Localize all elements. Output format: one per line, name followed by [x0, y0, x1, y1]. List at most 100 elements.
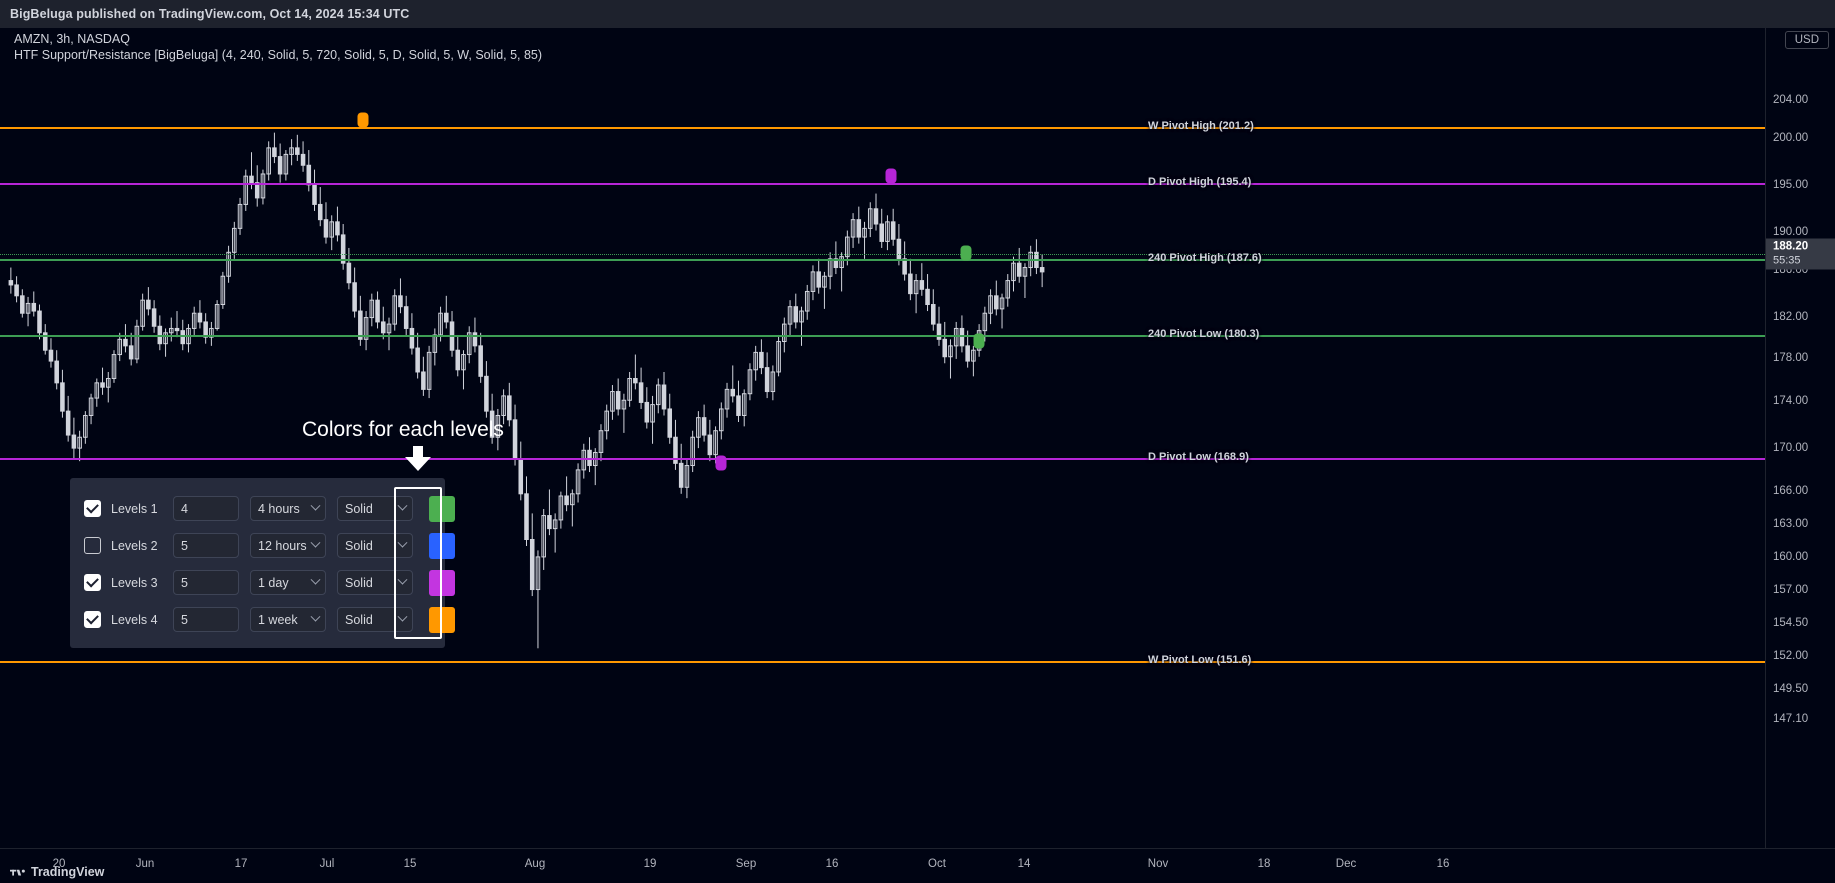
- chevron-down-icon: [397, 611, 408, 622]
- pivot-marker-0: [357, 112, 369, 128]
- price-tick: 149.50: [1773, 683, 1809, 695]
- time-tick: 16: [1436, 858, 1450, 870]
- timeframe-value: 12 hours: [258, 538, 307, 553]
- price-tick: 157.00: [1773, 584, 1809, 596]
- symbol-legend[interactable]: AMZN, 3h, NASDAQ: [14, 31, 542, 47]
- chevron-down-icon: [310, 574, 321, 585]
- time-tick: 15: [403, 858, 417, 870]
- pivot-marker-1: [885, 168, 897, 184]
- style-value: Solid: [345, 575, 373, 590]
- price-tick: 166.00: [1773, 485, 1809, 497]
- time-tick: Aug: [524, 858, 546, 870]
- price-tick: 190.00: [1773, 226, 1809, 238]
- price-tick: 147.10: [1773, 713, 1809, 725]
- time-tick: 17: [234, 858, 248, 870]
- pivot-marker-2: [960, 245, 972, 261]
- price-tick: 178.00: [1773, 352, 1809, 364]
- pivot-level-line: [0, 661, 1765, 663]
- chevron-down-icon: [310, 537, 321, 548]
- chevron-down-icon: [310, 611, 321, 622]
- pivot-level-label: 240 Pivot High (187.6): [1148, 252, 1262, 264]
- pivot-level-label: 240 Pivot Low (180.3): [1148, 328, 1260, 340]
- indicator-legend[interactable]: HTF Support/Resistance [BigBeluga] (4, 2…: [14, 47, 542, 63]
- price-scale[interactable]: USD 204.00 200.00 195.00 190.00 186.00 182.00…: [1765, 28, 1835, 848]
- chart-pane[interactable]: AMZN, 3h, NASDAQ HTF Support/Resistance …: [0, 28, 1765, 848]
- bar-countdown: 55:35: [1773, 254, 1801, 267]
- current-price-value: 188.20: [1773, 240, 1809, 253]
- chevron-down-icon: [397, 574, 408, 585]
- price-tick: 200.00: [1773, 132, 1809, 144]
- pivot-level-label: D Pivot Low (168.9): [1148, 451, 1249, 463]
- timeframe-value: 1 week: [258, 612, 298, 627]
- timeframe-value: 1 day: [258, 575, 289, 590]
- price-tick: 195.00: [1773, 179, 1809, 191]
- pivot-level-label: D Pivot High (195.4): [1148, 176, 1252, 188]
- tradingview-chart-screenshot: BigBeluga published on TradingView.com, …: [0, 0, 1835, 883]
- levels-4-checkbox[interactable]: [84, 611, 101, 628]
- pivot-marker-4: [715, 455, 727, 471]
- levels-1-style-select[interactable]: Solid: [337, 496, 413, 521]
- price-tick: 204.00: [1773, 94, 1809, 106]
- time-tick: 14: [1017, 858, 1031, 870]
- pivot-level-line: [0, 183, 1765, 185]
- price-tick: 152.00: [1773, 650, 1809, 662]
- time-scale[interactable]: 20 Jun 17 Jul 15 Aug 19 Sep 16 Oct 14 Nov 18 Dec 16: [0, 848, 1835, 883]
- levels-4-color-swatch[interactable]: [429, 606, 455, 633]
- publish-bar: BigBeluga published on TradingView.com, …: [0, 0, 1835, 28]
- settings-row-4: Levels 4 5 1 week Solid: [70, 601, 455, 638]
- tradingview-brand-label: TradingView: [31, 865, 105, 879]
- levels-3-style-select[interactable]: Solid: [337, 570, 413, 595]
- levels-1-checkbox[interactable]: [84, 500, 101, 517]
- tradingview-mark-icon: [10, 869, 25, 876]
- price-tick: 182.00: [1773, 311, 1809, 323]
- current-price-badge[interactable]: 188.20 55:35: [1766, 238, 1835, 270]
- style-value: Solid: [345, 612, 373, 627]
- levels-1-label: Levels 1: [111, 501, 158, 516]
- chevron-down-icon: [310, 500, 321, 511]
- price-tick: 163.00: [1773, 518, 1809, 530]
- time-tick: 16: [825, 858, 839, 870]
- levels-4-timeframe-select[interactable]: 1 week: [250, 607, 326, 632]
- levels-2-color-swatch[interactable]: [429, 532, 455, 559]
- price-tick: 154.50: [1773, 617, 1809, 629]
- levels-1-color-swatch[interactable]: [429, 495, 455, 522]
- candlestick-series: [8, 132, 1045, 649]
- pivot-level-line: [0, 127, 1765, 129]
- time-tick: Dec: [1335, 858, 1357, 870]
- time-tick: Jul: [319, 858, 335, 870]
- levels-3-color-swatch[interactable]: [429, 569, 455, 596]
- levels-1-timeframe-select[interactable]: 4 hours: [250, 496, 326, 521]
- levels-4-style-select[interactable]: Solid: [337, 607, 413, 632]
- pivot-level-line: [0, 458, 1765, 460]
- levels-4-count-input[interactable]: 5: [173, 607, 239, 632]
- settings-row-1: Levels 1 4 4 hours Solid: [70, 490, 455, 527]
- price-tick: 174.00: [1773, 395, 1809, 407]
- settings-row-3: Levels 3 5 1 day Solid: [70, 564, 455, 601]
- currency-badge[interactable]: USD: [1784, 31, 1829, 49]
- time-tick: 18: [1257, 858, 1271, 870]
- pivot-level-label: W Pivot High (201.2): [1148, 120, 1254, 132]
- levels-2-label: Levels 2: [111, 538, 158, 553]
- levels-4-label: Levels 4: [111, 612, 158, 627]
- pivot-level-line: [0, 259, 1765, 261]
- levels-3-checkbox[interactable]: [84, 574, 101, 591]
- pivot-level-line: [0, 335, 1765, 337]
- annotation-text: Colors for each levels: [302, 418, 504, 441]
- price-tick: 160.00: [1773, 551, 1809, 563]
- chevron-down-icon: [397, 537, 408, 548]
- timeframe-value: 4 hours: [258, 501, 300, 516]
- style-value: Solid: [345, 501, 373, 516]
- pivot-marker-3: [973, 333, 985, 349]
- levels-3-count-input[interactable]: 5: [173, 570, 239, 595]
- levels-2-timeframe-select[interactable]: 12 hours: [250, 533, 326, 558]
- levels-3-timeframe-select[interactable]: 1 day: [250, 570, 326, 595]
- levels-2-checkbox[interactable]: [84, 537, 101, 554]
- levels-2-count-input[interactable]: 5: [173, 533, 239, 558]
- levels-2-style-select[interactable]: Solid: [337, 533, 413, 558]
- price-tick: 170.00: [1773, 442, 1809, 454]
- levels-1-count-input[interactable]: 4: [173, 496, 239, 521]
- indicator-settings-panel[interactable]: Levels 1 4 4 hours Solid Levels 2 5 12 hours So…: [70, 478, 455, 648]
- publish-text: BigBeluga published on TradingView.com, …: [10, 7, 410, 21]
- time-tick: Jun: [135, 858, 155, 870]
- levels-3-label: Levels 3: [111, 575, 158, 590]
